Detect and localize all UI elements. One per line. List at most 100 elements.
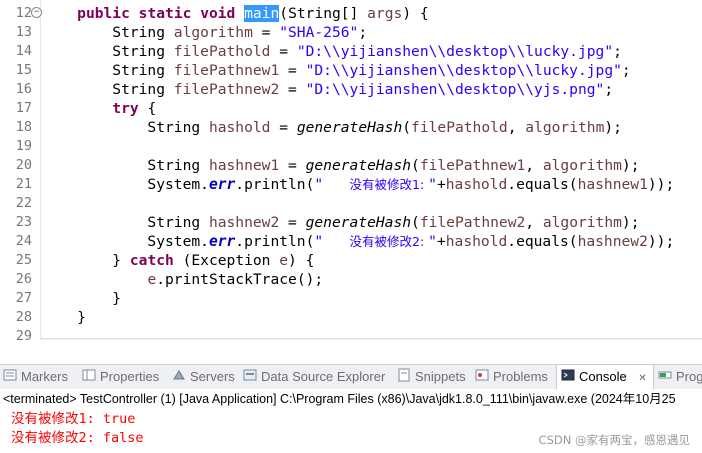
code-text: String hashnew2 = generateHash(filePathn… — [42, 213, 640, 232]
code-line[interactable]: 12− public static void main(String[] arg… — [0, 4, 702, 23]
code-text: } catch (Exception e) { — [42, 251, 314, 270]
code-token: static — [138, 5, 192, 22]
code-token: void — [200, 5, 236, 22]
line-number: 15 — [15, 62, 32, 78]
code-token: .println( — [235, 176, 315, 193]
code-token: ( — [411, 214, 420, 231]
code-line[interactable]: 23 String hashnew2 = generateHash(filePa… — [0, 213, 702, 232]
code-token: hashnew2 — [577, 233, 648, 250]
code-line[interactable]: 15 String filePathnew1 = "D:\\yijianshen… — [0, 61, 702, 80]
code-token: ) { — [402, 5, 429, 22]
code-line[interactable]: 26 e.printStackTrace(); — [0, 270, 702, 289]
code-token: hashold — [445, 176, 508, 193]
code-token: ( — [411, 157, 420, 174]
code-token: String — [42, 43, 174, 60]
code-token: main — [244, 5, 280, 22]
code-token: e — [279, 252, 289, 269]
code-token: " — [428, 176, 437, 193]
line-number: 22 — [15, 195, 32, 211]
code-token: = — [279, 214, 306, 231]
code-token: = — [270, 119, 297, 136]
code-token: String — [42, 81, 174, 98]
code-line[interactable]: 25 } catch (Exception e) { — [0, 251, 702, 270]
code-token: hashold — [445, 233, 508, 250]
line-number: 14 — [15, 43, 32, 59]
line-number: 19 — [15, 138, 32, 154]
tab-console[interactable]: Console ✕ — [556, 365, 654, 389]
code-token: filePathnew2 — [173, 81, 280, 98]
watermark: CSDN @家有两宝，感恩遇见 — [538, 433, 690, 447]
code-token: , — [525, 214, 543, 231]
servers-icon — [172, 366, 186, 390]
code-token: filePathnew1 — [173, 62, 280, 79]
tab-problems[interactable]: Problems — [475, 365, 548, 389]
code-editor[interactable]: 12− public static void main(String[] arg… — [0, 0, 702, 340]
code-line[interactable]: 27 } — [0, 289, 702, 308]
code-line[interactable]: 19 — [0, 137, 702, 156]
line-number: 13 — [15, 24, 32, 40]
code-token: 没有被修改1: — [349, 177, 429, 192]
tab-properties[interactable]: Properties — [82, 365, 159, 389]
code-token: 没有被修改2: — [349, 234, 429, 249]
code-token: String — [42, 214, 209, 231]
code-token: "SHA-256" — [279, 24, 359, 41]
console-status-line: <terminated> TestController (1) [Java Ap… — [0, 389, 702, 409]
code-token: .println( — [235, 233, 315, 250]
code-text: String filePathold = "D:\\yijianshen\\de… — [42, 42, 622, 61]
line-number: 27 — [15, 290, 32, 306]
tab-progress[interactable]: Prog — [658, 365, 702, 389]
tab-label: Servers — [190, 369, 235, 384]
scroll-left-arrow-icon[interactable]: < — [44, 339, 53, 340]
code-token: "D:\\yijianshen\\desktop\\lucky.jpg" — [305, 62, 622, 79]
code-line[interactable]: 24 System.err.println(" 没有被修改2: "+hashol… — [0, 232, 702, 251]
close-icon[interactable]: ✕ — [638, 373, 646, 384]
snippets-icon — [397, 366, 411, 390]
code-token: " — [428, 233, 437, 250]
code-line[interactable]: 28 } — [0, 308, 702, 327]
line-number: 24 — [15, 233, 32, 249]
code-text: } — [42, 289, 121, 308]
markers-icon — [3, 366, 17, 390]
code-line[interactable]: 16 String filePathnew2 = "D:\\yijianshen… — [0, 80, 702, 99]
code-token: { — [138, 100, 157, 117]
code-line[interactable]: 22 — [0, 194, 702, 213]
code-token: .equals( — [507, 233, 578, 250]
fold-toggle-icon[interactable]: − — [31, 7, 42, 18]
code-token: hashnew2 — [208, 214, 280, 231]
code-text: public static void main(String[] args) { — [42, 4, 429, 23]
line-number: 17 — [15, 100, 32, 116]
tab-snippets[interactable]: Snippets — [397, 365, 466, 389]
code-token: String — [42, 62, 174, 79]
code-token: ); — [604, 119, 622, 136]
code-line[interactable]: 17 try { — [0, 99, 702, 118]
code-token: try — [112, 100, 139, 117]
code-text: } — [42, 308, 86, 327]
code-text: String filePathnew2 = "D:\\yijianshen\\d… — [42, 80, 613, 99]
code-token: } — [42, 252, 130, 269]
code-token: generateHash — [305, 214, 412, 231]
tab-servers[interactable]: Servers — [172, 365, 235, 389]
code-token: generateHash — [305, 157, 412, 174]
data-source-icon — [243, 366, 257, 390]
code-token: = — [279, 62, 306, 79]
horizontal-scrollbar[interactable]: < — [40, 338, 702, 340]
code-token: , — [525, 157, 543, 174]
properties-icon — [82, 366, 96, 390]
tab-markers[interactable]: Markers — [3, 365, 68, 389]
code-line[interactable]: 18 String hashold = generateHash(filePat… — [0, 118, 702, 137]
code-token: "D:\\yijianshen\\desktop\\yjs.png" — [305, 81, 605, 98]
code-line[interactable]: 20 String hashnew1 = generateHash(filePa… — [0, 156, 702, 175]
code-line[interactable]: 21 System.err.println(" 没有被修改1: "+hashol… — [0, 175, 702, 194]
code-token: )); — [647, 176, 675, 193]
code-token: ); — [621, 214, 640, 231]
line-number: 23 — [15, 214, 32, 230]
code-text: e.printStackTrace(); — [42, 270, 323, 289]
code-token: ; — [604, 81, 614, 98]
code-line[interactable]: 14 String filePathold = "D:\\yijianshen\… — [0, 42, 702, 61]
code-line[interactable]: 13 String algorithm = "SHA-256"; — [0, 23, 702, 42]
tab-data-source-explorer[interactable]: Data Source Explorer — [243, 365, 385, 389]
code-token: System. — [42, 233, 209, 250]
